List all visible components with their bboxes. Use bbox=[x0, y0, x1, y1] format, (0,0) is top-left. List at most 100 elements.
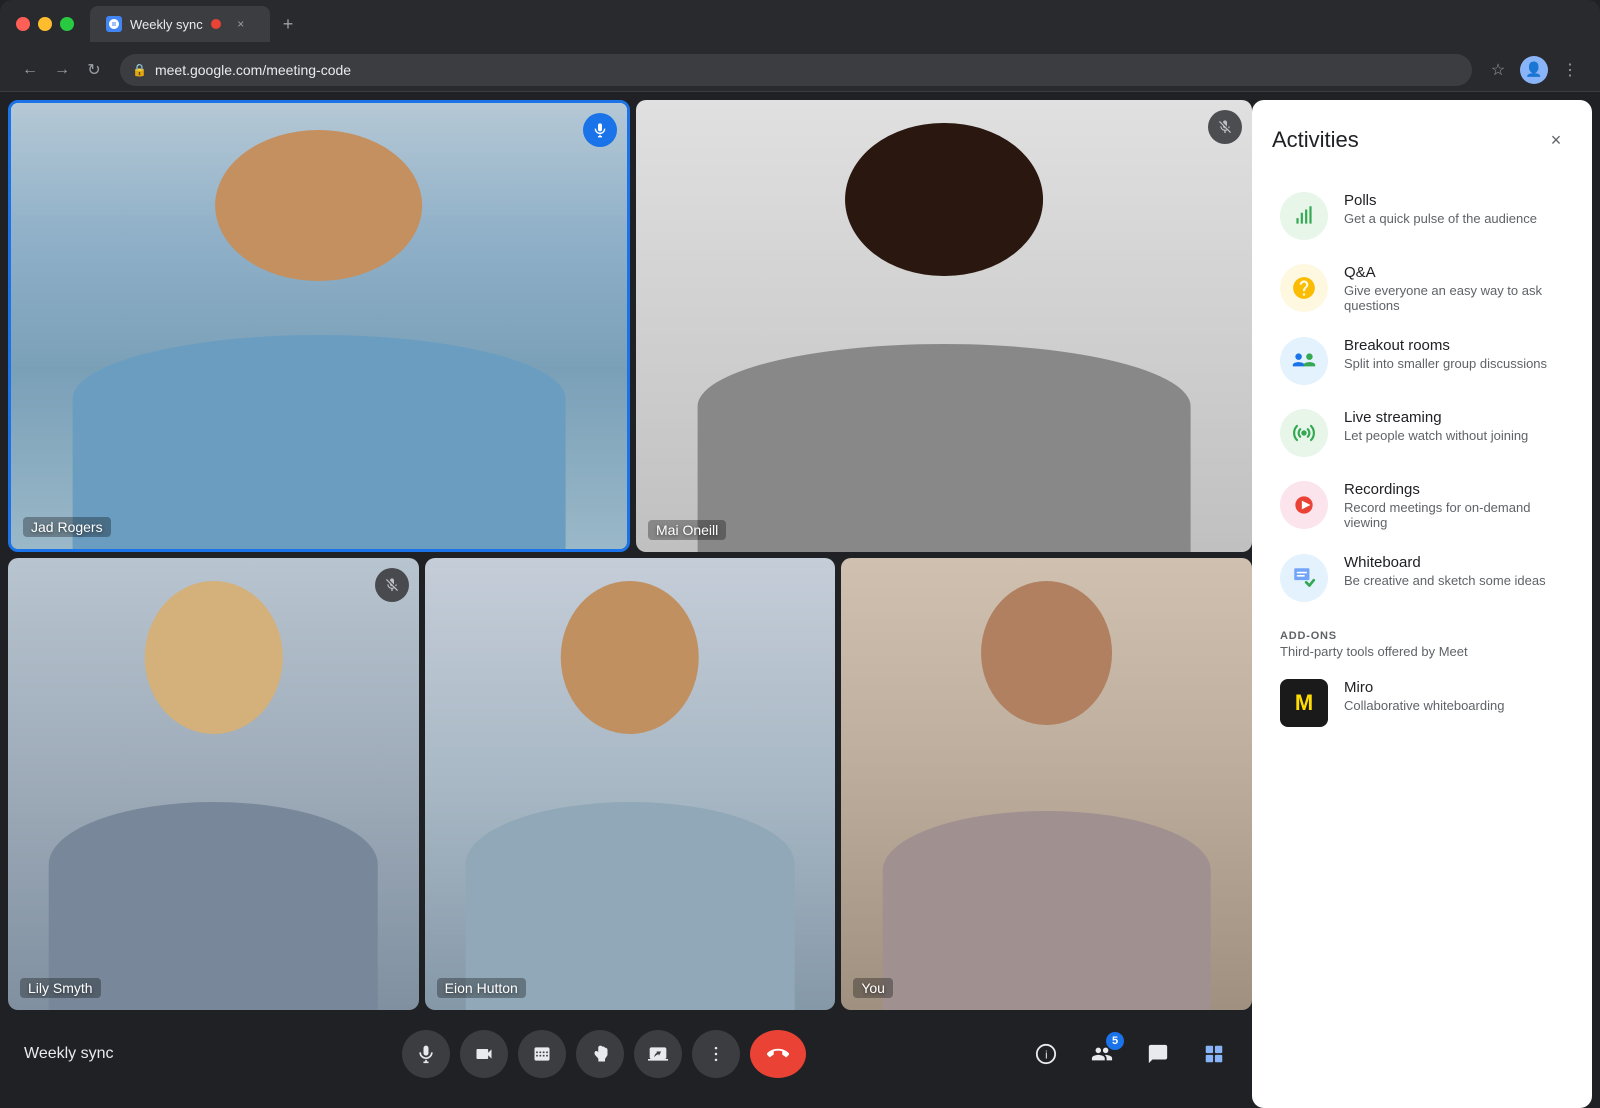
browser-chrome: Weekly sync × + ← → ↻ 🔒 meet.google.com/… bbox=[0, 0, 1600, 92]
meeting-title-label: Weekly sync bbox=[24, 1045, 114, 1062]
panel-title: Activities bbox=[1272, 127, 1359, 153]
whiteboard-text: Whiteboard Be creative and sketch some i… bbox=[1344, 554, 1564, 588]
name-tag-eion: Eion Hutton bbox=[437, 978, 526, 998]
profile-icon[interactable]: 👤 bbox=[1520, 56, 1548, 84]
streaming-name: Live streaming bbox=[1344, 409, 1564, 426]
traffic-lights bbox=[16, 17, 74, 31]
control-bar: Weekly sync bbox=[8, 1016, 1252, 1092]
activities-button[interactable] bbox=[1192, 1032, 1236, 1076]
present-button[interactable] bbox=[634, 1030, 682, 1078]
browser-actions: ☆ 👤 ⋮ bbox=[1484, 56, 1584, 84]
streaming-desc: Let people watch without joining bbox=[1344, 428, 1564, 443]
main-content: Jad Rogers Mai Oneill bbox=[0, 92, 1600, 1100]
back-button[interactable]: ← bbox=[16, 56, 44, 84]
video-tile-jad: Jad Rogers bbox=[8, 100, 630, 552]
refresh-button[interactable]: ↻ bbox=[80, 56, 108, 84]
forward-button[interactable]: → bbox=[48, 56, 76, 84]
activities-list: Polls Get a quick pulse of the audience … bbox=[1272, 180, 1572, 614]
tab-close-button[interactable]: × bbox=[233, 16, 249, 32]
chat-button[interactable] bbox=[1136, 1032, 1180, 1076]
video-tile-eion: Eion Hutton bbox=[425, 558, 836, 1010]
breakout-name: Breakout rooms bbox=[1344, 337, 1564, 354]
name-tag-mai: Mai Oneill bbox=[648, 520, 726, 540]
polls-icon bbox=[1280, 192, 1328, 240]
name-tag-you: You bbox=[853, 978, 893, 998]
url-text: meet.google.com/meeting-code bbox=[155, 62, 351, 78]
activity-item-qa[interactable]: Q&A Give everyone an easy way to ask que… bbox=[1272, 252, 1572, 325]
raise-hand-button[interactable] bbox=[576, 1030, 624, 1078]
whiteboard-name: Whiteboard bbox=[1344, 554, 1564, 571]
polls-desc: Get a quick pulse of the audience bbox=[1344, 211, 1564, 226]
center-controls bbox=[402, 1030, 806, 1078]
addons-header: ADD-ONS Third-party tools offered by Mee… bbox=[1272, 630, 1572, 659]
polls-name: Polls bbox=[1344, 192, 1564, 209]
title-bar: Weekly sync × + bbox=[0, 0, 1600, 48]
miro-desc: Collaborative whiteboarding bbox=[1344, 698, 1564, 713]
close-panel-button[interactable]: × bbox=[1540, 124, 1572, 156]
qa-desc: Give everyone an easy way to ask questio… bbox=[1344, 283, 1564, 313]
url-bar[interactable]: 🔒 meet.google.com/meeting-code bbox=[120, 54, 1472, 86]
nav-buttons: ← → ↻ bbox=[16, 56, 108, 84]
activity-item-recordings[interactable]: Recordings Record meetings for on-demand… bbox=[1272, 469, 1572, 542]
captions-button[interactable] bbox=[518, 1030, 566, 1078]
menu-button[interactable]: ⋮ bbox=[1556, 56, 1584, 84]
more-options-button[interactable] bbox=[692, 1030, 740, 1078]
streaming-text: Live streaming Let people watch without … bbox=[1344, 409, 1564, 443]
miro-text: Miro Collaborative whiteboarding bbox=[1344, 679, 1564, 713]
close-window-button[interactable] bbox=[16, 17, 30, 31]
breakout-desc: Split into smaller group discussions bbox=[1344, 356, 1564, 371]
new-tab-button[interactable]: + bbox=[274, 10, 302, 38]
activity-item-polls[interactable]: Polls Get a quick pulse of the audience bbox=[1272, 180, 1572, 252]
video-tile-lily: Lily Smyth bbox=[8, 558, 419, 1010]
video-grid: Jad Rogers Mai Oneill bbox=[0, 92, 1252, 1100]
polls-text: Polls Get a quick pulse of the audience bbox=[1344, 192, 1564, 226]
lock-icon: 🔒 bbox=[132, 63, 147, 77]
name-tag-jad: Jad Rogers bbox=[23, 517, 111, 537]
qa-name: Q&A bbox=[1344, 264, 1564, 281]
minimize-window-button[interactable] bbox=[38, 17, 52, 31]
end-call-button[interactable] bbox=[750, 1030, 806, 1078]
breakout-text: Breakout rooms Split into smaller group … bbox=[1344, 337, 1564, 371]
activity-item-streaming[interactable]: Live streaming Let people watch without … bbox=[1272, 397, 1572, 469]
info-button[interactable]: i bbox=[1024, 1032, 1068, 1076]
active-tab[interactable]: Weekly sync × bbox=[90, 6, 270, 42]
video-tile-you: You bbox=[841, 558, 1252, 1010]
people-button[interactable]: 5 bbox=[1080, 1032, 1124, 1076]
camera-button[interactable] bbox=[460, 1030, 508, 1078]
qa-text: Q&A Give everyone an easy way to ask que… bbox=[1344, 264, 1564, 313]
video-tile-mai: Mai Oneill bbox=[636, 100, 1252, 552]
miro-icon: M bbox=[1280, 679, 1328, 727]
recordings-icon bbox=[1280, 481, 1328, 529]
mic-active-badge-jad bbox=[583, 113, 617, 147]
right-controls: i 5 bbox=[1024, 1032, 1236, 1076]
people-count-badge: 5 bbox=[1106, 1032, 1124, 1050]
addons-subtitle: Third-party tools offered by Meet bbox=[1280, 644, 1564, 659]
tab-favicon bbox=[106, 16, 122, 32]
recording-dot bbox=[211, 19, 221, 29]
addons-title: ADD-ONS bbox=[1280, 630, 1564, 642]
whiteboard-desc: Be creative and sketch some ideas bbox=[1344, 573, 1564, 588]
mic-button[interactable] bbox=[402, 1030, 450, 1078]
recordings-text: Recordings Record meetings for on-demand… bbox=[1344, 481, 1564, 530]
video-row-top: Jad Rogers Mai Oneill bbox=[8, 100, 1252, 552]
recordings-desc: Record meetings for on-demand viewing bbox=[1344, 500, 1564, 530]
star-button[interactable]: ☆ bbox=[1484, 56, 1512, 84]
activity-item-whiteboard[interactable]: Whiteboard Be creative and sketch some i… bbox=[1272, 542, 1572, 614]
breakout-icon bbox=[1280, 337, 1328, 385]
mute-badge-mai bbox=[1208, 110, 1242, 144]
panel-header: Activities × bbox=[1272, 124, 1572, 156]
activity-item-miro[interactable]: M Miro Collaborative whiteboarding bbox=[1272, 667, 1572, 739]
maximize-window-button[interactable] bbox=[60, 17, 74, 31]
miro-name: Miro bbox=[1344, 679, 1564, 696]
activities-panel: Activities × Polls Get a quick pulse of … bbox=[1252, 100, 1592, 1108]
video-row-bottom: Lily Smyth Eion Hutton bbox=[8, 558, 1252, 1010]
whiteboard-icon bbox=[1280, 554, 1328, 602]
recordings-name: Recordings bbox=[1344, 481, 1564, 498]
tab-bar: Weekly sync × + bbox=[90, 6, 1584, 42]
svg-text:i: i bbox=[1045, 1050, 1047, 1062]
tab-title: Weekly sync bbox=[130, 17, 203, 32]
name-tag-lily: Lily Smyth bbox=[20, 978, 101, 998]
mute-badge-lily bbox=[375, 568, 409, 602]
activity-item-breakout[interactable]: Breakout rooms Split into smaller group … bbox=[1272, 325, 1572, 397]
miro-letter: M bbox=[1295, 690, 1313, 716]
